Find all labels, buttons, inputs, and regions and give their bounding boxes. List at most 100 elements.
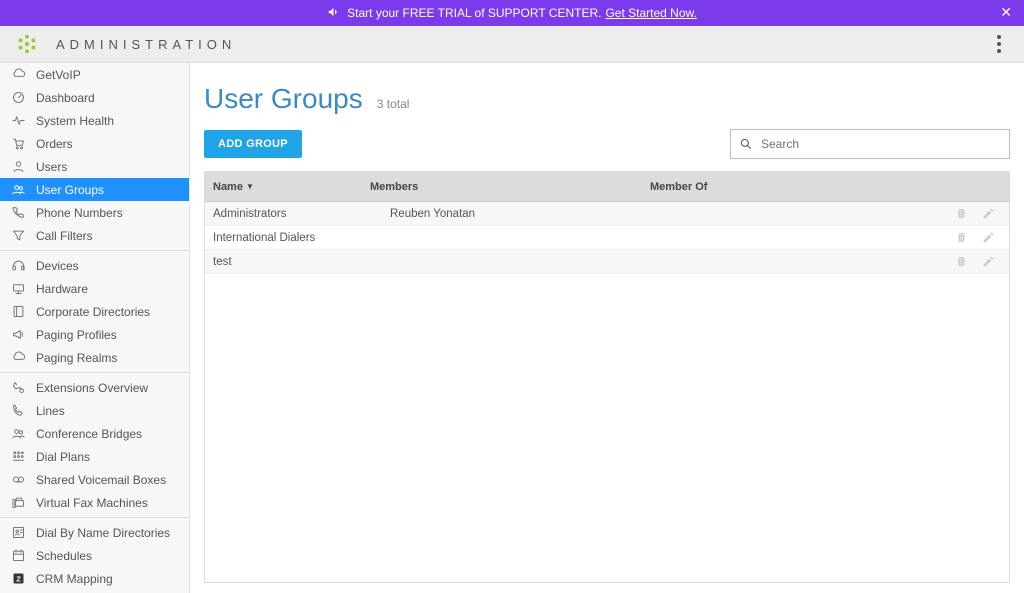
app-title: ADMINISTRATION <box>56 37 236 52</box>
ext-icon <box>10 380 26 396</box>
sidebar-item-orders[interactable]: Orders <box>0 132 189 155</box>
cell-name: Administrators <box>205 208 370 220</box>
sidebar-item-corporate-directories[interactable]: Corporate Directories <box>0 300 189 323</box>
sidebar-item-label: System Health <box>36 114 114 128</box>
bullhorn-icon <box>327 5 341 22</box>
sidebar-item-hardware[interactable]: Hardware <box>0 277 189 300</box>
edit-icon[interactable] <box>982 255 995 268</box>
book-icon <box>10 304 26 320</box>
banner-link[interactable]: Get Started Now. <box>605 6 696 20</box>
sidebar-item-label: Lines <box>36 404 65 418</box>
page-header: User Groups 3 total <box>204 83 1010 115</box>
sidebar-item-paging-profiles[interactable]: Paging Profiles <box>0 323 189 346</box>
sidebar: GetVoIP Dashboard System Health Orders Users… <box>0 63 190 593</box>
fax-icon <box>10 495 26 511</box>
dialpad-icon <box>10 449 26 465</box>
pulse-icon <box>10 113 26 129</box>
sidebar-item-getvoip[interactable]: GetVoIP <box>0 63 189 86</box>
z-icon: Z <box>10 571 26 587</box>
delete-icon[interactable] <box>955 231 968 244</box>
sidebar-item-label: Dial Plans <box>36 450 90 464</box>
search-box[interactable] <box>730 129 1010 159</box>
sidebar-item-users[interactable]: Users <box>0 155 189 178</box>
table-row[interactable]: Administrators Reuben Yonatan <box>205 202 1009 226</box>
page-title: User Groups <box>204 83 363 115</box>
sidebar-item-call-filters[interactable]: Call Filters <box>0 224 189 247</box>
users-icon <box>10 182 26 198</box>
sidebar-item-label: Dashboard <box>36 91 95 105</box>
edit-icon[interactable] <box>982 207 995 220</box>
delete-icon[interactable] <box>955 207 968 220</box>
sort-desc-icon: ▼ <box>246 182 254 191</box>
groups-table: Name ▼ Members Member Of Administrators … <box>204 171 1010 583</box>
calendar-icon <box>10 548 26 564</box>
user-icon <box>10 159 26 175</box>
sidebar-item-label: Paging Profiles <box>36 328 117 342</box>
sidebar-item-label: Corporate Directories <box>36 305 150 319</box>
sidebar-item-label: Extensions Overview <box>36 381 148 395</box>
sidebar-item-label: Hardware <box>36 282 88 296</box>
sidebar-item-crm-mapping[interactable]: Z CRM Mapping <box>0 567 189 590</box>
sidebar-item-system-health[interactable]: System Health <box>0 109 189 132</box>
sidebar-item-paging-realms[interactable]: Paging Realms <box>0 346 189 369</box>
hardware-icon <box>10 281 26 297</box>
search-icon <box>739 137 753 151</box>
sidebar-item-dial-plans[interactable]: Dial Plans <box>0 445 189 468</box>
brand: ADMINISTRATION <box>16 33 236 55</box>
handset-icon <box>10 403 26 419</box>
sidebar-item-extensions-overview[interactable]: Extensions Overview <box>0 376 189 399</box>
gauge-icon <box>10 90 26 106</box>
search-input[interactable] <box>761 137 1001 151</box>
sidebar-item-user-groups[interactable]: User Groups <box>0 178 189 201</box>
cart-icon <box>10 136 26 152</box>
col-member-of[interactable]: Member Of <box>650 181 929 193</box>
col-members[interactable]: Members <box>370 181 650 193</box>
cell-name: International Dialers <box>205 232 370 244</box>
sidebar-item-dashboard[interactable]: Dashboard <box>0 86 189 109</box>
close-icon[interactable]: ✕ <box>1000 4 1012 21</box>
sidebar-item-virtual-fax-machines[interactable]: Virtual Fax Machines <box>0 491 189 514</box>
table-row[interactable]: test <box>205 250 1009 274</box>
vm-icon <box>10 472 26 488</box>
divider <box>0 517 189 518</box>
sidebar-item-dial-by-name-directories[interactable]: Dial By Name Directories <box>0 521 189 544</box>
cell-actions <box>929 207 1009 220</box>
page-count: 3 total <box>377 97 410 111</box>
top-bar: ADMINISTRATION <box>0 26 1024 63</box>
sidebar-item-label: Schedules <box>36 549 92 563</box>
sidebar-item-lines[interactable]: Lines <box>0 399 189 422</box>
sidebar-item-label: Call Filters <box>36 229 93 243</box>
add-group-button[interactable]: ADD GROUP <box>204 130 302 158</box>
sidebar-item-shared-voicemail-boxes[interactable]: Shared Voicemail Boxes <box>0 468 189 491</box>
edit-icon[interactable] <box>982 231 995 244</box>
sidebar-item-label: User Groups <box>36 183 104 197</box>
logo-icon <box>16 33 38 55</box>
sidebar-item-label: Dial By Name Directories <box>36 526 170 540</box>
sidebar-item-label: Orders <box>36 137 73 151</box>
sidebar-item-schedules[interactable]: Schedules <box>0 544 189 567</box>
more-menu-icon[interactable] <box>990 35 1008 53</box>
cell-actions <box>929 231 1009 244</box>
svg-text:Z: Z <box>16 575 21 584</box>
phone-icon <box>10 205 26 221</box>
sidebar-item-conference-bridges[interactable]: Conference Bridges <box>0 422 189 445</box>
cell-name: test <box>205 256 370 268</box>
delete-icon[interactable] <box>955 255 968 268</box>
divider <box>0 250 189 251</box>
banner-text: Start your FREE TRIAL of SUPPORT CENTER. <box>347 6 601 20</box>
trial-banner: Start your FREE TRIAL of SUPPORT CENTER.… <box>0 0 1024 26</box>
toolbar: ADD GROUP <box>204 129 1010 159</box>
col-name[interactable]: Name ▼ <box>205 181 370 193</box>
sidebar-item-phone-numbers[interactable]: Phone Numbers <box>0 201 189 224</box>
sidebar-item-label: CRM Mapping <box>36 572 113 586</box>
users-icon <box>10 426 26 442</box>
sidebar-item-label: Conference Bridges <box>36 427 142 441</box>
headset-icon <box>10 258 26 274</box>
dir-icon <box>10 525 26 541</box>
cloud-icon <box>10 67 26 83</box>
col-name-label: Name <box>213 181 243 193</box>
sidebar-item-label: GetVoIP <box>36 68 81 82</box>
sidebar-item-label: Devices <box>36 259 79 273</box>
sidebar-item-devices[interactable]: Devices <box>0 254 189 277</box>
table-row[interactable]: International Dialers <box>205 226 1009 250</box>
